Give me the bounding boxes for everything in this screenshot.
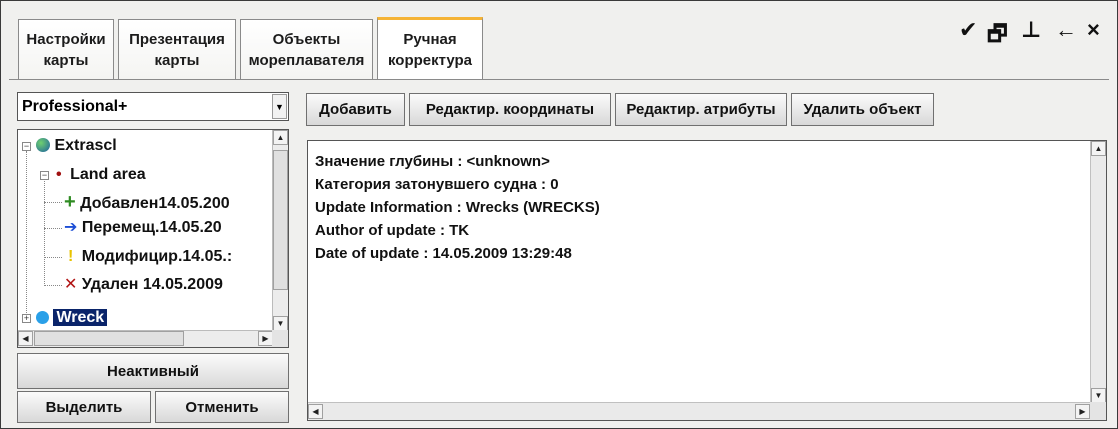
select-value: Professional+ (22, 97, 128, 115)
tab-label: Объекты (272, 30, 341, 48)
info-horizontal-scrollbar[interactable]: ◀ ▶ (308, 402, 1090, 420)
scrollbar-thumb[interactable] (34, 331, 184, 346)
cancel-button[interactable]: Отменить (155, 391, 289, 423)
tree-item-label: Удален 14.05.2009 (81, 276, 223, 293)
scroll-corner (272, 330, 288, 347)
tree-node-label: Land area (70, 166, 146, 183)
scroll-down-icon[interactable]: ▼ (1091, 388, 1106, 403)
back-arrow-icon[interactable]: ← (1055, 17, 1077, 43)
scroll-corner (1090, 402, 1106, 420)
info-vertical-scrollbar[interactable]: ▲ ▼ (1090, 141, 1106, 403)
tree-line (44, 228, 62, 229)
scroll-up-icon[interactable]: ▲ (1091, 141, 1106, 156)
tab-label: карты (154, 51, 200, 69)
inactive-button[interactable]: Неактивный (17, 353, 289, 389)
scroll-right-icon[interactable]: ▶ (258, 331, 273, 346)
tree-item-added[interactable]: + Добавлен14.05.200 (64, 191, 230, 213)
tree-line (44, 202, 62, 203)
tree-item-moved[interactable]: ➔ Перемещ.14.05.20 (64, 217, 222, 239)
tab-label: Настройки (26, 30, 106, 48)
info-line-date: Date of update : 14.05.2009 13:29:48 (315, 245, 572, 262)
tree-item-label: Добавлен14.05.200 (80, 195, 230, 212)
tab-strip-border (9, 79, 1109, 80)
scrollbar-thumb[interactable] (273, 150, 288, 290)
wreck-icon (36, 311, 49, 324)
object-info-panel[interactable]: Значение глубины : <unknown> Категория з… (307, 140, 1107, 421)
scroll-left-icon[interactable]: ◀ (18, 331, 33, 346)
tab-chart-settings[interactable]: Настройки карты (18, 19, 114, 79)
tree-node-label: Wreck (53, 309, 108, 326)
tree-item-deleted[interactable]: ✕ Удален 14.05.2009 (64, 274, 223, 296)
brush-icon[interactable]: ✔ (959, 17, 977, 43)
corrections-window: Настройки карты Презентация карты Объект… (0, 0, 1118, 429)
arrow-right-icon: ➔ (64, 219, 78, 236)
window-icon[interactable]: 🗗 (987, 17, 1008, 55)
tab-chart-presentation[interactable]: Презентация карты (118, 19, 236, 79)
scroll-down-icon[interactable]: ▼ (273, 316, 288, 331)
tree-vertical-scrollbar[interactable]: ▲ ▼ (272, 130, 288, 331)
edit-coordinates-button[interactable]: Редактир. координаты (409, 93, 611, 126)
cross-icon: ✕ (64, 276, 78, 293)
plus-icon: + (64, 191, 76, 213)
tree-node-wreck[interactable]: Wreck (36, 307, 108, 329)
tab-manual-correction[interactable]: Ручная корректура (377, 17, 483, 80)
delete-object-button[interactable]: Удалить объект (791, 93, 934, 126)
tab-label: Ручная (403, 31, 457, 48)
add-button[interactable]: Добавить (306, 93, 405, 126)
info-line-update-info: Update Information : Wrecks (WRECKS) (315, 199, 600, 216)
info-line-wreck-category: Категория затонувшего судна : 0 (315, 176, 559, 193)
scroll-up-icon[interactable]: ▲ (273, 130, 288, 145)
tree-line (44, 178, 45, 286)
tree-line (44, 285, 62, 286)
globe-icon (36, 138, 50, 152)
collapse-icon[interactable]: − (40, 171, 49, 180)
collapse-icon[interactable]: − (22, 142, 31, 151)
pin-icon[interactable]: ⊥ (1021, 17, 1041, 43)
info-line-depth: Значение глубины : <unknown> (315, 153, 550, 170)
tree-item-label: Перемещ.14.05.20 (81, 219, 222, 236)
info-line-author: Author of update : TK (315, 222, 470, 239)
tab-label: Презентация (129, 30, 225, 48)
tree-root-label: Extrascl (54, 137, 117, 154)
tree-item-label: Модифицир.14.05.: (81, 248, 233, 265)
tree-horizontal-scrollbar[interactable]: ◀ ▶ (18, 330, 273, 347)
edit-attributes-button[interactable]: Редактир. атрибуты (615, 93, 787, 126)
tree-node-land-area[interactable]: • Land area (56, 164, 146, 186)
object-tree[interactable]: − Extrascl − • Land area + Добавлен14.05… (17, 129, 289, 348)
scroll-left-icon[interactable]: ◀ (308, 404, 323, 419)
chevron-down-icon[interactable]: ▼ (272, 94, 287, 119)
close-icon[interactable]: × (1087, 17, 1100, 43)
tree-line (44, 257, 62, 258)
tree-root[interactable]: Extrascl (36, 135, 117, 157)
exclamation-icon: ! (68, 248, 74, 265)
tab-label: карты (43, 51, 89, 69)
scroll-right-icon[interactable]: ▶ (1075, 404, 1090, 419)
tree-line (26, 151, 27, 319)
tab-label: корректура (387, 52, 473, 69)
tab-label: мореплавателя (248, 51, 365, 69)
display-mode-select[interactable]: Professional+ ▼ (17, 92, 289, 121)
tab-mariner-objects[interactable]: Объекты мореплавателя (240, 19, 373, 79)
expand-icon[interactable]: + (22, 314, 31, 323)
bullet-icon: • (56, 166, 62, 183)
tree-item-modified[interactable]: ! Модифицир.14.05.: (64, 246, 232, 268)
select-button[interactable]: Выделить (17, 391, 151, 423)
